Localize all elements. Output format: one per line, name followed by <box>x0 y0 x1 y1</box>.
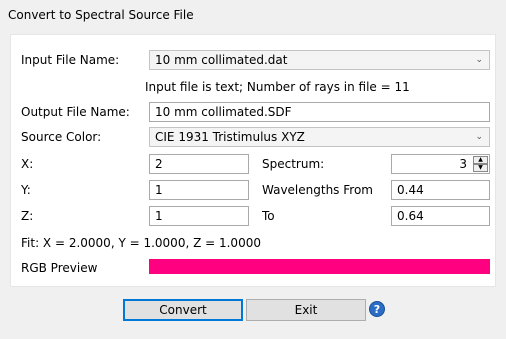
input-file-label: Input File Name: <box>21 53 120 67</box>
spectrum-stepper[interactable]: 3 ▲ ▼ <box>391 154 490 174</box>
input-file-value: 10 mm collimated.dat <box>155 53 288 67</box>
source-color-value: CIE 1931 Tristimulus XYZ <box>155 130 305 144</box>
wavelengths-from-label: Wavelengths From <box>262 183 373 197</box>
wavelengths-from-input[interactable]: 0.44 <box>391 180 490 200</box>
y-label: Y: <box>21 183 31 197</box>
chevron-down-icon: ⌄ <box>475 55 483 65</box>
chevron-down-icon: ⌄ <box>475 132 483 142</box>
help-icon[interactable]: ? <box>369 301 385 317</box>
window-title: Convert to Spectral Source File <box>8 8 194 22</box>
spectrum-spin-buttons: ▲ ▼ <box>473 156 488 172</box>
rgb-preview-label: RGB Preview <box>21 261 98 275</box>
input-file-dropdown[interactable]: 10 mm collimated.dat ⌄ <box>149 50 490 70</box>
x-label: X: <box>21 157 34 171</box>
wavelengths-to-input[interactable]: 0.64 <box>391 206 490 226</box>
source-color-dropdown[interactable]: CIE 1931 Tristimulus XYZ ⌄ <box>149 127 490 147</box>
x-input[interactable]: 2 <box>149 154 249 174</box>
spin-down-icon[interactable]: ▼ <box>473 164 488 172</box>
spectrum-value: 3 <box>459 157 467 171</box>
z-label: Z: <box>21 209 34 223</box>
exit-button[interactable]: Exit <box>246 299 366 321</box>
wavelengths-to-label: To <box>262 209 275 223</box>
output-file-label: Output File Name: <box>21 105 130 119</box>
dialog-panel: Input File Name: 10 mm collimated.dat ⌄ … <box>10 34 496 287</box>
input-file-info: Input file is text; Number of rays in fi… <box>145 80 410 94</box>
z-input[interactable]: 1 <box>149 206 249 226</box>
y-input[interactable]: 1 <box>149 180 249 200</box>
rgb-preview-swatch <box>149 259 490 274</box>
fit-result-text: Fit: X = 2.0000, Y = 1.0000, Z = 1.0000 <box>21 236 261 250</box>
convert-button[interactable]: Convert <box>123 299 243 321</box>
spectrum-label: Spectrum: <box>262 157 325 171</box>
output-file-input[interactable]: 10 mm collimated.SDF <box>149 102 490 122</box>
spin-up-icon[interactable]: ▲ <box>473 156 488 164</box>
source-color-label: Source Color: <box>21 130 102 144</box>
